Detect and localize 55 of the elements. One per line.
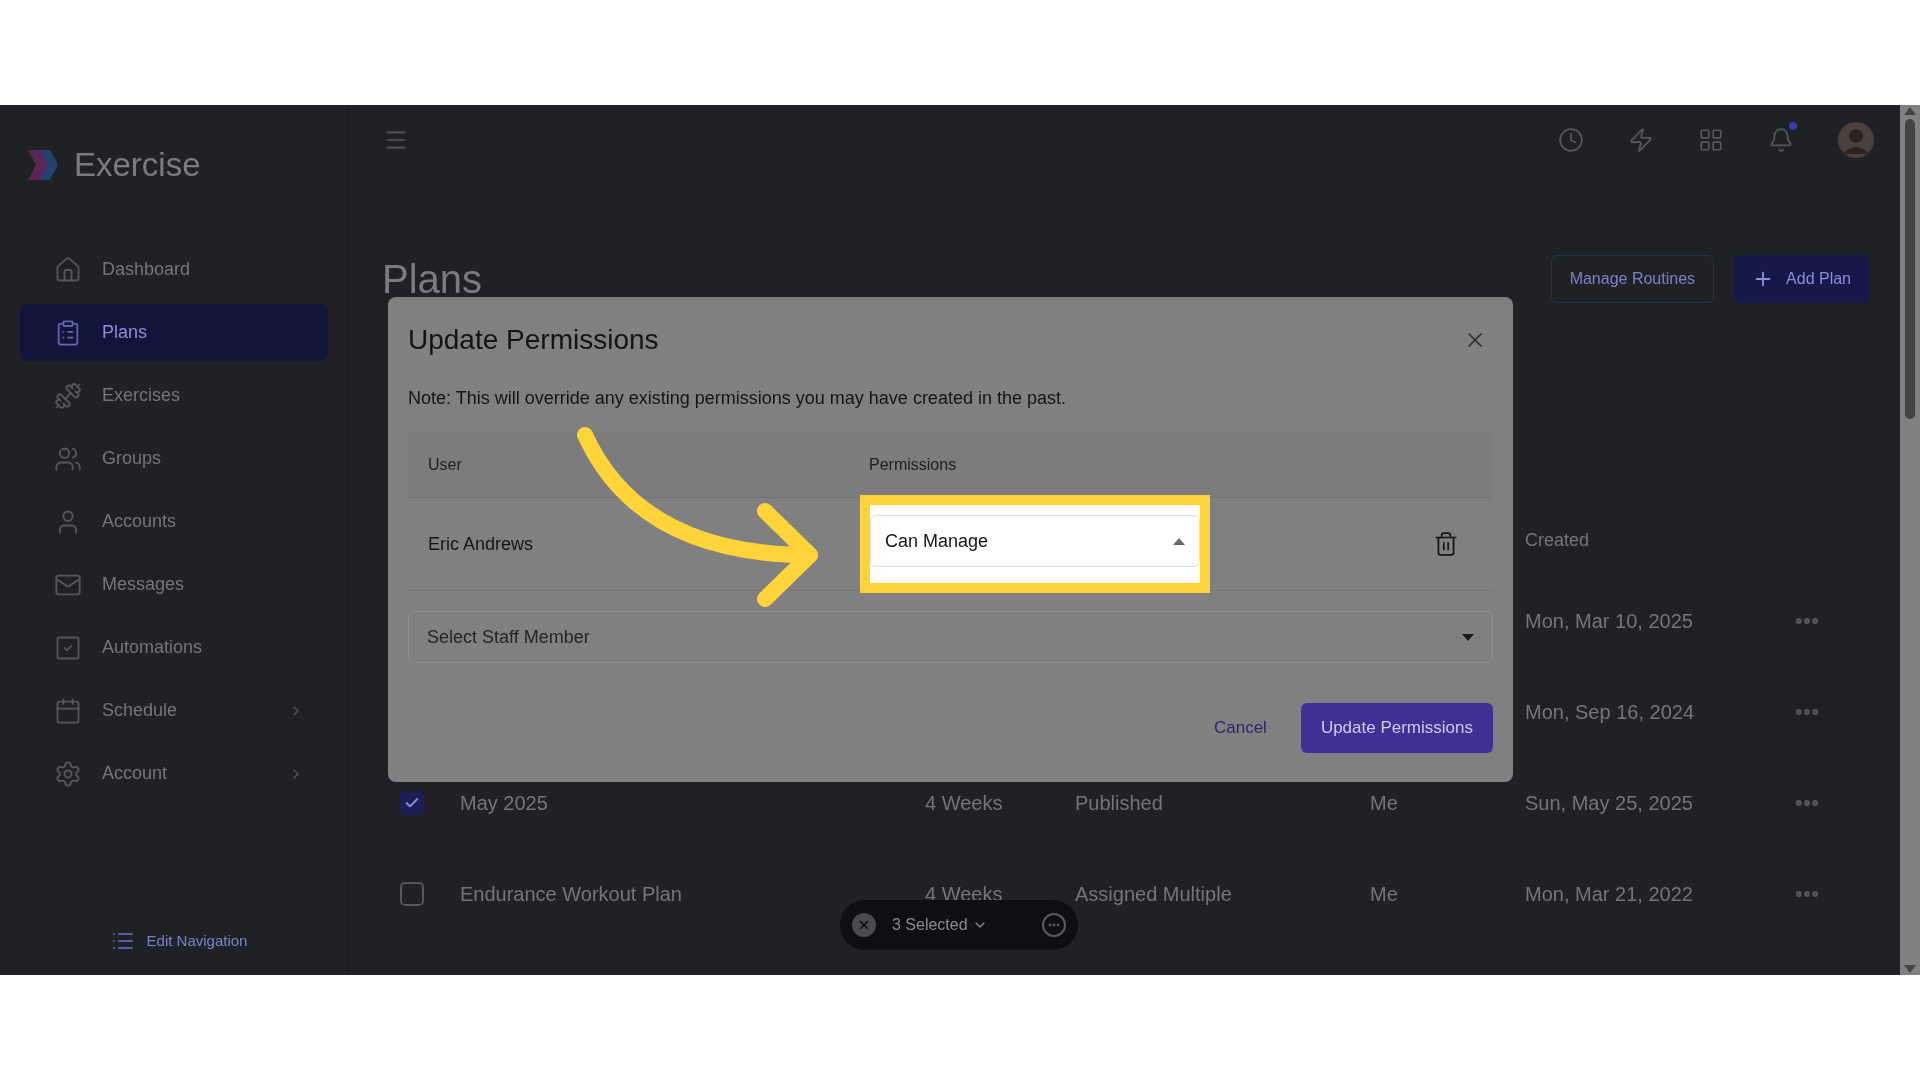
grid-icon[interactable] (1698, 127, 1724, 153)
sidebar-item[interactable]: Automations (20, 619, 328, 676)
column-header: Created (1525, 528, 1590, 552)
duration-cell: 4 Weeks (925, 791, 1003, 814)
sidebar-item[interactable]: Account (20, 745, 328, 802)
staff-select[interactable]: Select Staff Member (408, 611, 1493, 663)
created-date: Sun, May 25, 2025 (1525, 791, 1693, 814)
created-date: Mon, Sep 16, 2024 (1525, 700, 1694, 723)
sidebar-item[interactable]: Dashboard (20, 241, 328, 298)
more-options-icon[interactable] (1042, 913, 1066, 937)
plan-name: May 2025 (460, 791, 548, 814)
cancel-button[interactable]: Cancel (1199, 703, 1281, 753)
created-date: Mon, Mar 10, 2025 (1525, 609, 1693, 632)
dumbbell-icon (54, 381, 82, 410)
plan-name: Endurance Workout Plan (460, 882, 682, 905)
sidebar-item[interactable]: Schedule (20, 682, 328, 739)
caret-up-icon (1173, 537, 1185, 545)
status-cell: Published (1075, 791, 1163, 814)
scroll-down-icon[interactable] (1904, 965, 1916, 973)
sidebar-item[interactable]: Plans (20, 304, 328, 361)
column-header: Permissions (868, 455, 957, 475)
caret-down-icon (1462, 633, 1474, 641)
scrollbar-thumb[interactable] (1905, 119, 1915, 419)
selection-dropdown[interactable]: 3 Selected (892, 913, 988, 937)
dialog-title: Update Permissions (408, 323, 659, 357)
owner-cell: Me (1370, 882, 1398, 905)
house-icon (54, 255, 82, 284)
dialog-note: Note: This will override any existing permissions you may have created in the past. (408, 386, 1066, 410)
user-name: Eric Andrews (427, 532, 535, 556)
settings-icon (54, 759, 82, 788)
avatar[interactable] (1838, 122, 1874, 158)
lightning-icon[interactable] (1628, 127, 1654, 153)
owner-cell: Me (1370, 791, 1398, 814)
column-header: User (427, 455, 463, 475)
clear-selection-icon[interactable] (852, 913, 876, 937)
sidebar-item[interactable]: Messages (20, 556, 328, 613)
status-cell: Assigned Multiple (1075, 882, 1232, 905)
clock-icon[interactable] (1558, 127, 1584, 153)
row-checkbox[interactable] (400, 790, 424, 815)
add-plan-button[interactable]: Add Plan (1734, 255, 1869, 303)
sidebar-item[interactable]: Accounts (20, 493, 328, 550)
calendar-icon (54, 696, 82, 725)
created-date: Mon, Mar 21, 2022 (1525, 882, 1693, 905)
app-name: Exercise (74, 145, 201, 186)
page-title: Plans (382, 256, 483, 303)
sidebar-item[interactable]: Groups (20, 430, 328, 487)
trash-icon[interactable] (1433, 531, 1459, 557)
sidebar-item[interactable]: Exercises (20, 367, 328, 424)
update-permissions-button[interactable]: Update Permissions (1300, 703, 1493, 753)
row-checkbox[interactable] (400, 881, 424, 906)
scroll-up-icon[interactable] (1904, 107, 1916, 115)
permission-select[interactable]: Can Manage (870, 515, 1200, 567)
bell-icon[interactable] (1768, 127, 1794, 153)
manage-routines-button[interactable]: Manage Routines (1550, 255, 1715, 303)
edit-navigation-link[interactable]: Edit Navigation (110, 929, 248, 953)
